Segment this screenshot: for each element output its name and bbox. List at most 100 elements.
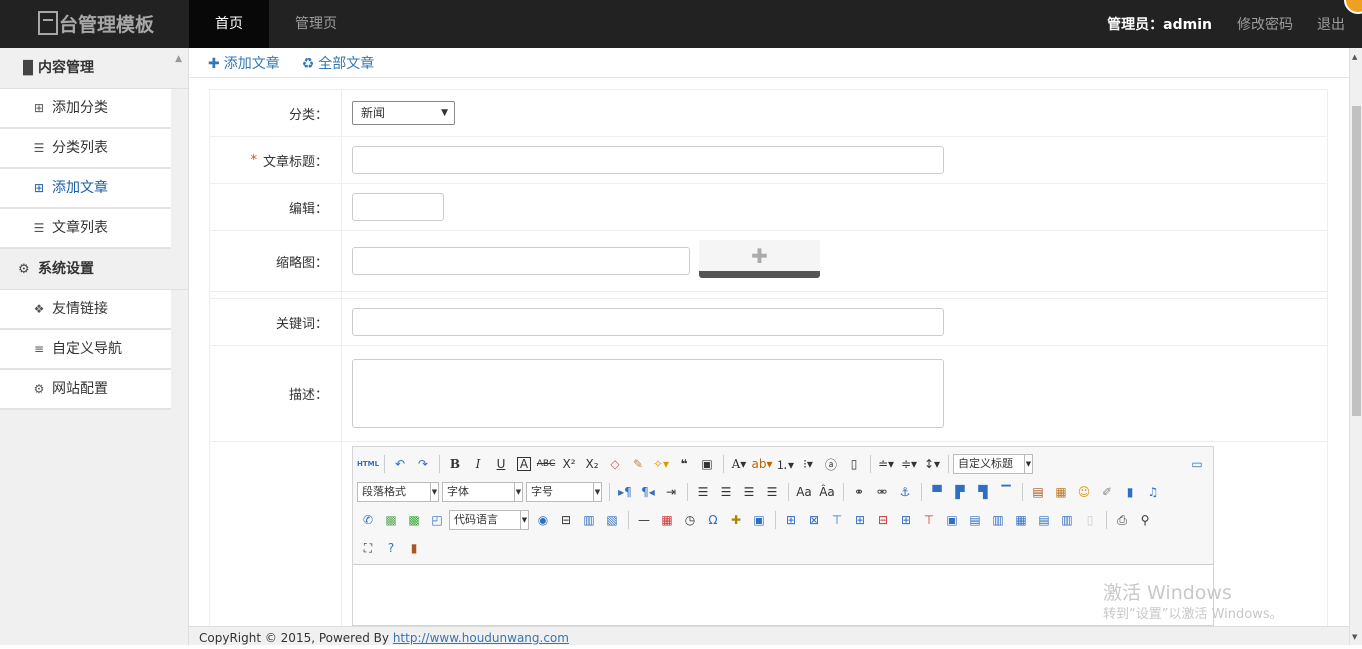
insert-frame-icon[interactable]: ◰ [426, 510, 448, 530]
clear-doc-icon[interactable]: ▯ [843, 454, 865, 474]
scroll-up-arrow-icon[interactable]: ▲ [175, 54, 182, 64]
sidebar-item-site-config[interactable]: ⚙ 网站配置 [0, 370, 171, 410]
highlight-icon[interactable]: ab▾ [751, 454, 773, 474]
format-brush-icon[interactable]: ✎ [627, 454, 649, 474]
gmap-icon[interactable]: ▩ [403, 510, 425, 530]
image-right-icon[interactable]: ▜ [972, 482, 994, 502]
line-height-icon[interactable]: ↕▾ [921, 454, 943, 474]
font-color-icon[interactable]: A▾ [728, 454, 750, 474]
nav-manage[interactable]: 管理页 [269, 0, 363, 48]
change-password-link[interactable]: 修改密码 [1237, 14, 1293, 34]
music-icon[interactable]: ♫ [1142, 482, 1164, 502]
image-center-icon[interactable]: ▔ [995, 482, 1017, 502]
merge-right-icon[interactable]: ▤ [964, 510, 986, 530]
merge-down-icon[interactable]: ▥ [987, 510, 1009, 530]
eraser-icon[interactable]: ◇ [604, 454, 626, 474]
font-size-select[interactable]: 字号 ▼ [526, 482, 602, 502]
paragraph-select[interactable]: 段落格式 ▼ [357, 482, 439, 502]
nav-home[interactable]: 首页 [189, 0, 269, 48]
sidebar-item-article-list[interactable]: ☰ 文章列表 [0, 209, 171, 249]
attachment-icon[interactable]: ✆ [357, 510, 379, 530]
insert-video-icon[interactable]: ▮ [1119, 482, 1141, 502]
ltr-icon[interactable]: ▸¶ [614, 482, 636, 502]
sidebar-section-settings[interactable]: ⚙ 系统设置 [0, 249, 188, 290]
background-icon[interactable]: ▧ [601, 510, 623, 530]
chart-icon[interactable]: ▯ [1079, 510, 1101, 530]
custom-title-select[interactable]: 自定义标题 ▼ [953, 454, 1033, 474]
date-icon[interactable]: ▦ [656, 510, 678, 530]
strikethrough-icon[interactable]: ABC [535, 454, 557, 474]
delete-row-icon[interactable]: ⊟ [872, 510, 894, 530]
row-spacing-bottom-icon[interactable]: ≑▾ [898, 454, 920, 474]
sidebar-item-category-list[interactable]: ☰ 分类列表 [0, 129, 171, 169]
delete-table-icon[interactable]: ⊠ [803, 510, 825, 530]
description-textarea[interactable] [352, 359, 944, 428]
undo-icon[interactable]: ↶ [389, 454, 411, 474]
sidebar-section-content[interactable]: ▐▌内容管理 [0, 48, 188, 89]
word-image-icon[interactable]: ▣ [748, 510, 770, 530]
italic-icon[interactable]: I [467, 454, 489, 474]
fullscreen-icon[interactable]: ▭ [1186, 454, 1208, 474]
unlink-icon[interactable]: ⚮ [871, 482, 893, 502]
superscript-icon[interactable]: X² [558, 454, 580, 474]
editor-name-input[interactable] [352, 193, 444, 221]
scroll-up-icon[interactable]: ▲ [1352, 53, 1357, 61]
code-language-select[interactable]: 代码语言 ▼ [449, 510, 529, 530]
redo-icon[interactable]: ↷ [412, 454, 434, 474]
template-icon[interactable]: ▥ [578, 510, 600, 530]
split-to-rows-icon[interactable]: ▤ [1033, 510, 1055, 530]
insert-paragraph-before-table-icon[interactable]: ⊤ [826, 510, 848, 530]
thumbnail-input[interactable] [352, 247, 690, 275]
page-scrollbar[interactable]: ▲ ▼ [1349, 48, 1362, 645]
split-to-cols-icon[interactable]: ▥ [1056, 510, 1078, 530]
snapscreen-icon[interactable]: ✚ [725, 510, 747, 530]
sidebar-item-links[interactable]: ❖ 友情链接 [0, 290, 171, 330]
insert-row-icon[interactable]: ⊞ [849, 510, 871, 530]
editor-body[interactable] [353, 565, 1213, 625]
simple-upload-icon[interactable]: ▤ [1027, 482, 1049, 502]
scroll-thumb[interactable] [1352, 106, 1361, 416]
source-code-icon[interactable]: HTML [357, 454, 379, 474]
insert-col-icon[interactable]: ⊞ [895, 510, 917, 530]
title-input[interactable] [352, 146, 944, 174]
indent-icon[interactable]: ⇥ [660, 482, 682, 502]
print-icon[interactable]: ⎙ [1111, 510, 1133, 530]
pagebreak-icon[interactable]: ⊟ [555, 510, 577, 530]
align-center-icon[interactable]: ☰ [715, 482, 737, 502]
sidebar-item-add-article[interactable]: ⊞ 添加文章 [0, 169, 171, 209]
unordered-list-icon[interactable]: ⁝▾ [797, 454, 819, 474]
underline-icon[interactable]: U [490, 454, 512, 474]
rtl-icon[interactable]: ¶◂ [637, 482, 659, 502]
split-to-cells-icon[interactable]: ▦ [1010, 510, 1032, 530]
emotion-icon[interactable]: ☺ [1073, 482, 1095, 502]
upload-button[interactable]: ✚ [699, 240, 820, 278]
blockquote-icon[interactable]: ❝ [673, 454, 695, 474]
merge-cells-icon[interactable]: ▣ [941, 510, 963, 530]
insert-image-icon[interactable]: ▦ [1050, 482, 1072, 502]
logout-link[interactable]: 退出 [1317, 14, 1345, 34]
brand-logo[interactable]: 台管理模板 [38, 10, 154, 37]
font-family-select[interactable]: 字体 ▼ [442, 482, 523, 502]
tab-all-articles[interactable]: ♻ 全部文章 [302, 53, 375, 73]
scrawl-icon[interactable]: ✐ [1096, 482, 1118, 502]
webapp-icon[interactable]: ◉ [532, 510, 554, 530]
horizontal-rule-icon[interactable]: — [633, 510, 655, 530]
ordered-list-icon[interactable]: ⒈▾ [774, 454, 796, 474]
select-all-icon[interactable]: ⓐ [820, 454, 842, 474]
magic-wand-icon[interactable]: ✧▾ [650, 454, 672, 474]
align-right-icon[interactable]: ☰ [738, 482, 760, 502]
align-justify-icon[interactable]: ☰ [761, 482, 783, 502]
insert-table-icon[interactable]: ⊞ [780, 510, 802, 530]
category-select[interactable]: 新闻 ▼ [352, 101, 455, 125]
link-icon[interactable]: ⚭ [848, 482, 870, 502]
map-icon[interactable]: ▩ [380, 510, 402, 530]
image-none-icon[interactable]: ▀ [926, 482, 948, 502]
touppercase-icon[interactable]: Aa [793, 482, 815, 502]
align-left-icon[interactable]: ☰ [692, 482, 714, 502]
footer-link[interactable]: http://www.houdunwang.com [393, 631, 569, 645]
help-icon[interactable]: ? [380, 538, 402, 558]
search-replace-icon[interactable]: ⛶ [357, 538, 379, 558]
drafts-icon[interactable]: ▮ [403, 538, 425, 558]
preview-icon[interactable]: ⚲ [1134, 510, 1156, 530]
paste-plain-icon[interactable]: ▣ [696, 454, 718, 474]
